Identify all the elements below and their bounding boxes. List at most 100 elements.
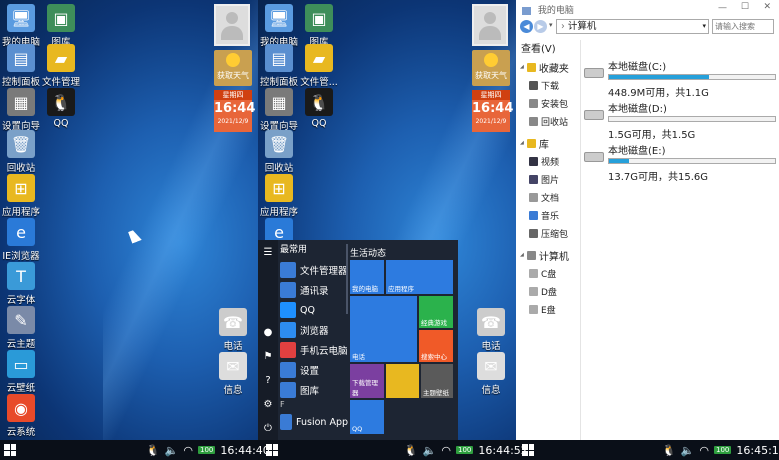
desktop-icon-font[interactable]: T 云字体 — [0, 262, 46, 306]
desktop-icon-message[interactable]: ✉ 信息 — [208, 352, 258, 396]
sidebar-item[interactable]: E盘 — [516, 300, 576, 318]
desktop-icon-ie[interactable]: e IE浏览器 — [0, 218, 46, 262]
help-icon[interactable]: ? — [261, 374, 275, 388]
desktop-icon-gallery[interactable]: ▣ 图库 — [36, 4, 86, 48]
desktop-icon-folder[interactable]: ▰ 文件管理 — [36, 44, 86, 88]
sidebar-item[interactable]: 图片 — [516, 170, 576, 188]
address-dropdown-icon[interactable]: ▾ — [702, 20, 706, 33]
clock-1[interactable]: 16:44:40 — [220, 444, 269, 457]
desktop-icon-windows-apps[interactable]: ⊞ 应用程序 — [0, 174, 46, 218]
qq-tray-icon-2[interactable]: 🐧 — [404, 444, 418, 457]
avatar[interactable] — [472, 4, 508, 46]
avatar[interactable] — [214, 4, 250, 46]
computer-icon — [522, 6, 531, 15]
sidebar-item[interactable]: ◢ 收藏夹 — [516, 58, 576, 76]
windows-apps-icon: ⊞ — [7, 174, 35, 202]
volume-icon-3[interactable]: 🔈 — [681, 444, 695, 457]
control-panel-icon: ▤ — [7, 44, 35, 72]
sidebar-item[interactable]: 压缩包 — [516, 224, 576, 242]
desktop-icon-theme[interactable]: ✎ 云主题 — [0, 306, 46, 350]
back-arrow-icon[interactable]: ◀ — [520, 20, 533, 33]
start-menu-item[interactable]: 浏览器 — [278, 320, 348, 340]
qq-tray-icon-3[interactable]: 🐧 — [662, 444, 676, 457]
volume-icon-2[interactable]: 🔈 — [423, 444, 437, 457]
expand-arrow-icon[interactable]: ◢ — [520, 140, 524, 146]
close-button[interactable]: ✕ — [763, 2, 771, 12]
clock-date: 2021/12/9 — [217, 118, 249, 125]
power-icon[interactable]: ⏻ — [261, 422, 275, 436]
sidebar-item[interactable]: 文档 — [516, 188, 576, 206]
wifi-icon[interactable]: ◠ — [183, 444, 193, 457]
menu-view[interactable]: 查看(V) — [521, 40, 556, 55]
desktop-icon-phone[interactable]: ☎ 电话 — [208, 308, 258, 352]
scroll-indicator[interactable] — [346, 244, 348, 314]
user-icon[interactable]: ● — [261, 326, 275, 340]
start-tile[interactable]: 搜索中心 — [419, 330, 453, 362]
start-menu-item-label: QQ — [300, 304, 315, 316]
desktop-icon-cloud-system[interactable]: ◉ 云系统 — [0, 394, 46, 438]
start-tile[interactable]: 应用程序 — [386, 260, 453, 294]
start-tile[interactable]: 主题壁纸 — [421, 364, 453, 398]
weather-widget[interactable]: 获取天气 — [472, 50, 510, 86]
sidebar-item[interactable]: D盘 — [516, 282, 576, 300]
sidebar-item[interactable]: C盘 — [516, 264, 576, 282]
address-input[interactable]: › 计算机 ▾ — [556, 19, 709, 34]
gear-icon[interactable]: ⚙ — [261, 398, 275, 412]
start-menu-item[interactable]: 图库 — [278, 380, 348, 400]
desktop-icon-5[interactable]: 🐧 QQ — [294, 88, 344, 129]
hamburger-icon[interactable]: ☰ — [261, 246, 275, 260]
forward-arrow-icon[interactable]: ▶ — [534, 20, 547, 33]
volume-icon[interactable]: 🔈 — [165, 444, 179, 457]
sidebar-item[interactable]: 安装包 — [516, 94, 576, 112]
qq-tray-icon[interactable]: 🐧 — [146, 444, 160, 457]
weather-widget[interactable]: 获取天气 — [214, 50, 252, 86]
start-menu-item[interactable]: QQ — [278, 300, 348, 320]
expand-arrow-icon[interactable]: ◢ — [520, 64, 524, 70]
flag-icon[interactable]: ⚑ — [261, 350, 275, 364]
start-menu-item[interactable]: 文件管理器 — [278, 260, 348, 280]
start-button-3[interactable] — [522, 444, 534, 456]
expand-arrow-icon[interactable]: ◢ — [520, 252, 524, 258]
sidebar-item[interactable]: 下载 — [516, 76, 576, 94]
start-tile[interactable]: 经典游戏 — [419, 296, 453, 328]
dropdown-icon[interactable]: ▾ — [549, 21, 553, 29]
maximize-button[interactable]: ☐ — [741, 2, 749, 12]
drive-item[interactable]: 本地磁盘(E:) 13.7G可用，共15.6G — [584, 142, 776, 183]
start-tile[interactable]: QQ — [350, 400, 384, 434]
start-menu-item[interactable]: Fusion App — [278, 412, 348, 432]
start-menu-item[interactable]: 手机云电脑 — [278, 340, 348, 360]
desktop-icon-1[interactable]: ▣ 图库 — [294, 4, 344, 48]
start-button-2[interactable] — [266, 444, 278, 456]
desktop-icon-message[interactable]: ✉ 信息 — [466, 352, 516, 396]
calendar-clock-widget[interactable]: 星期四 16:44 2021/12/9 — [472, 90, 513, 132]
sidebar-item-label: 视频 — [541, 157, 560, 168]
minimize-button[interactable]: — — [718, 3, 727, 13]
start-button[interactable] — [4, 444, 16, 456]
desktop-icon-recycle-bin[interactable]: 🗑 回收站 — [0, 130, 46, 174]
clock-2[interactable]: 16:44:52 — [478, 444, 527, 457]
start-tile[interactable] — [386, 364, 419, 398]
desktop-icon-7[interactable]: ⊞ 应用程序 — [258, 174, 304, 218]
wifi-icon-2[interactable]: ◠ — [441, 444, 451, 457]
wifi-icon-3[interactable]: ◠ — [699, 444, 709, 457]
start-tile[interactable]: 下载管理器 — [350, 364, 384, 398]
start-tile[interactable]: 我的电脑 — [350, 260, 384, 294]
drive-item[interactable]: 本地磁盘(C:) 448.9M可用，共1.1G — [584, 58, 776, 99]
start-menu-item[interactable]: 通讯录 — [278, 280, 348, 300]
sidebar-item[interactable]: 音乐 — [516, 206, 576, 224]
sidebar-item[interactable]: ◢ 计算机 — [516, 246, 576, 264]
sidebar-item[interactable]: 视频 — [516, 152, 576, 170]
clock-3[interactable]: 16:45:12 — [736, 444, 779, 457]
desktop-icon-phone[interactable]: ☎ 电话 — [466, 308, 516, 352]
start-menu-item[interactable]: 设置 — [278, 360, 348, 380]
calendar-clock-widget[interactable]: 星期四 16:44 2021/12/9 — [214, 90, 255, 132]
drive-item[interactable]: 本地磁盘(D:) 1.5G可用，共1.5G — [584, 100, 776, 141]
sidebar-item[interactable]: ◢ 库 — [516, 134, 576, 152]
desktop-icon-3[interactable]: ▰ 文件管... — [294, 44, 344, 88]
search-input[interactable] — [712, 19, 774, 34]
desktop-icon-6[interactable]: 🗑 回收站 — [258, 130, 304, 174]
start-tile[interactable]: 电话 — [350, 296, 417, 362]
desktop-icon-qq[interactable]: 🐧 QQ — [36, 88, 86, 129]
desktop-icon-wallpaper[interactable]: ▭ 云壁纸 — [0, 350, 46, 394]
sidebar-item[interactable]: 回收站 — [516, 112, 576, 130]
